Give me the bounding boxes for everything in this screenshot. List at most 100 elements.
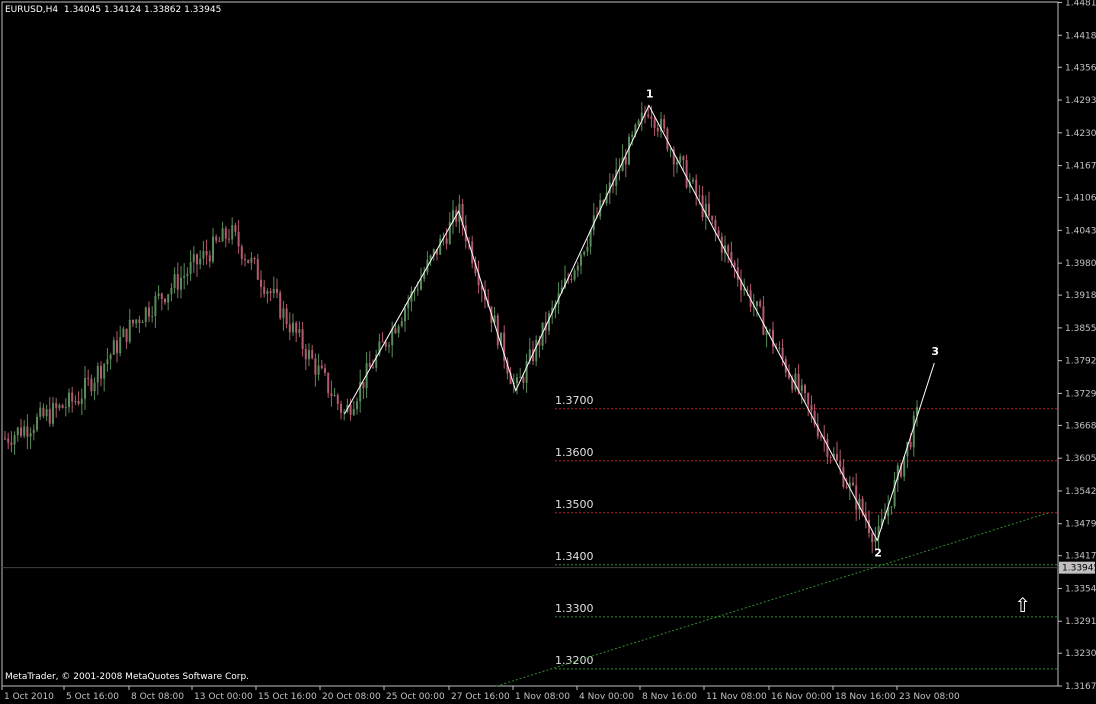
- candle-body: [871, 533, 874, 543]
- candle-body: [160, 293, 163, 299]
- candle-body: [912, 415, 915, 448]
- candle-body: [762, 306, 765, 335]
- candle-body: [580, 254, 582, 266]
- candle-body: [7, 438, 10, 443]
- wave-line: [344, 104, 935, 542]
- candle-body: [80, 398, 83, 404]
- y-tick-label: 1.40430: [1065, 226, 1096, 236]
- candle-body: [314, 358, 317, 375]
- x-tick-label: 27 Oct 16:00: [451, 692, 510, 702]
- y-tick-label: 1.34790: [1065, 520, 1096, 530]
- x-tick-label: 16 Nov 00:00: [771, 692, 832, 702]
- candle-body: [631, 134, 634, 137]
- candle-body: [157, 293, 160, 296]
- candle-body: [711, 215, 714, 221]
- symbol-label: EURUSD,H4: [5, 5, 59, 15]
- x-tick-label: 8 Oct 08:00: [131, 692, 184, 702]
- candle-body: [852, 482, 854, 486]
- candle-body: [362, 382, 365, 389]
- candle-body: [272, 288, 275, 293]
- y-tick-label: 1.32300: [1065, 649, 1096, 659]
- candle-body: [301, 329, 304, 350]
- candle-body: [573, 270, 576, 280]
- candle-body: [64, 407, 67, 409]
- candle-body: [304, 349, 307, 360]
- candle-body: [55, 403, 58, 408]
- y-tick-label: 1.31670: [1065, 682, 1096, 692]
- candle-body: [260, 279, 262, 287]
- candle-body: [372, 367, 374, 369]
- y-tick-label: 1.39800: [1065, 259, 1096, 269]
- candle-body: [839, 460, 842, 467]
- candle-body: [244, 258, 246, 260]
- candle-body: [781, 347, 784, 360]
- candle-body: [71, 392, 74, 402]
- candle-body: [208, 255, 211, 262]
- candle-body: [122, 328, 125, 338]
- candle-body: [324, 368, 326, 373]
- level-label-1.3600: 1.3600: [555, 446, 594, 459]
- candle-body: [116, 340, 118, 354]
- candle-body: [890, 506, 893, 508]
- candle-body: [26, 426, 29, 437]
- candle-body: [10, 442, 13, 445]
- ohlc-values: 1.34045 1.34124 1.33862 1.33945: [63, 5, 222, 15]
- candle-body: [397, 326, 400, 334]
- y-tick-label: 1.37295: [1065, 389, 1096, 399]
- y-tick-label: 1.33545: [1065, 584, 1096, 594]
- candle-body: [656, 127, 659, 132]
- y-tick-label: 1.34175: [1065, 552, 1096, 562]
- candle-body: [717, 230, 720, 237]
- x-tick-label: 11 Nov 08:00: [706, 692, 767, 702]
- wave-label-3: 3: [931, 345, 939, 358]
- candle-body: [68, 392, 70, 408]
- candle-body: [144, 307, 147, 322]
- candle-body: [276, 288, 278, 293]
- candle-body: [439, 238, 442, 255]
- candle-body: [810, 404, 813, 411]
- candle-body: [58, 405, 61, 408]
- y-tick-label: 1.36050: [1065, 454, 1096, 464]
- candle-body: [576, 265, 579, 271]
- price-chart[interactable]: 1.44810 1.44180 1.43565 1.42935 1.42305 1.416…: [0, 0, 1096, 704]
- candle-body: [205, 251, 208, 256]
- candle-body: [845, 486, 848, 488]
- y-tick-label: 1.41060: [1065, 194, 1096, 204]
- candle-body: [685, 160, 688, 188]
- candle-body: [394, 328, 397, 334]
- candle-body: [826, 439, 829, 457]
- candle-body: [330, 393, 333, 397]
- candle-body: [247, 259, 250, 263]
- candle-body: [714, 220, 717, 231]
- y-tick-label: 1.42935: [1065, 96, 1096, 106]
- candle-body: [240, 246, 243, 259]
- candle-body: [445, 238, 448, 244]
- candle-body: [320, 365, 323, 369]
- chart-window[interactable]: 1.44810 1.44180 1.43565 1.42935 1.42305 1.416…: [0, 0, 1096, 704]
- candle-body: [695, 179, 698, 196]
- candle-body: [228, 238, 230, 240]
- candle-body: [525, 361, 528, 383]
- x-tick-label: 25 Oct 00:00: [386, 692, 445, 702]
- candle-body: [29, 433, 32, 437]
- candle-body: [535, 339, 538, 362]
- x-tick-label: 20 Oct 08:00: [322, 692, 381, 702]
- up-arrow-icon: ⇧: [1014, 593, 1031, 617]
- candle-body: [192, 254, 195, 263]
- x-tick-label: 1 Nov 08:00: [515, 692, 570, 702]
- candle-body: [266, 291, 269, 294]
- candle-body: [295, 322, 298, 333]
- candle-body: [39, 407, 42, 417]
- candle-body: [151, 316, 154, 318]
- candle-body: [647, 114, 650, 117]
- candle-body: [256, 259, 259, 280]
- candle-body: [109, 354, 112, 360]
- candle-body: [173, 274, 176, 289]
- y-tick-label: 1.38555: [1065, 324, 1096, 334]
- candle-body: [311, 350, 314, 359]
- candle-body: [87, 377, 90, 379]
- candle-body: [855, 485, 858, 510]
- candle-body: [32, 429, 35, 434]
- copyright-text: MetaTrader, © 2001-2008 MetaQuotes Softw…: [5, 672, 250, 682]
- candle-body: [218, 240, 221, 242]
